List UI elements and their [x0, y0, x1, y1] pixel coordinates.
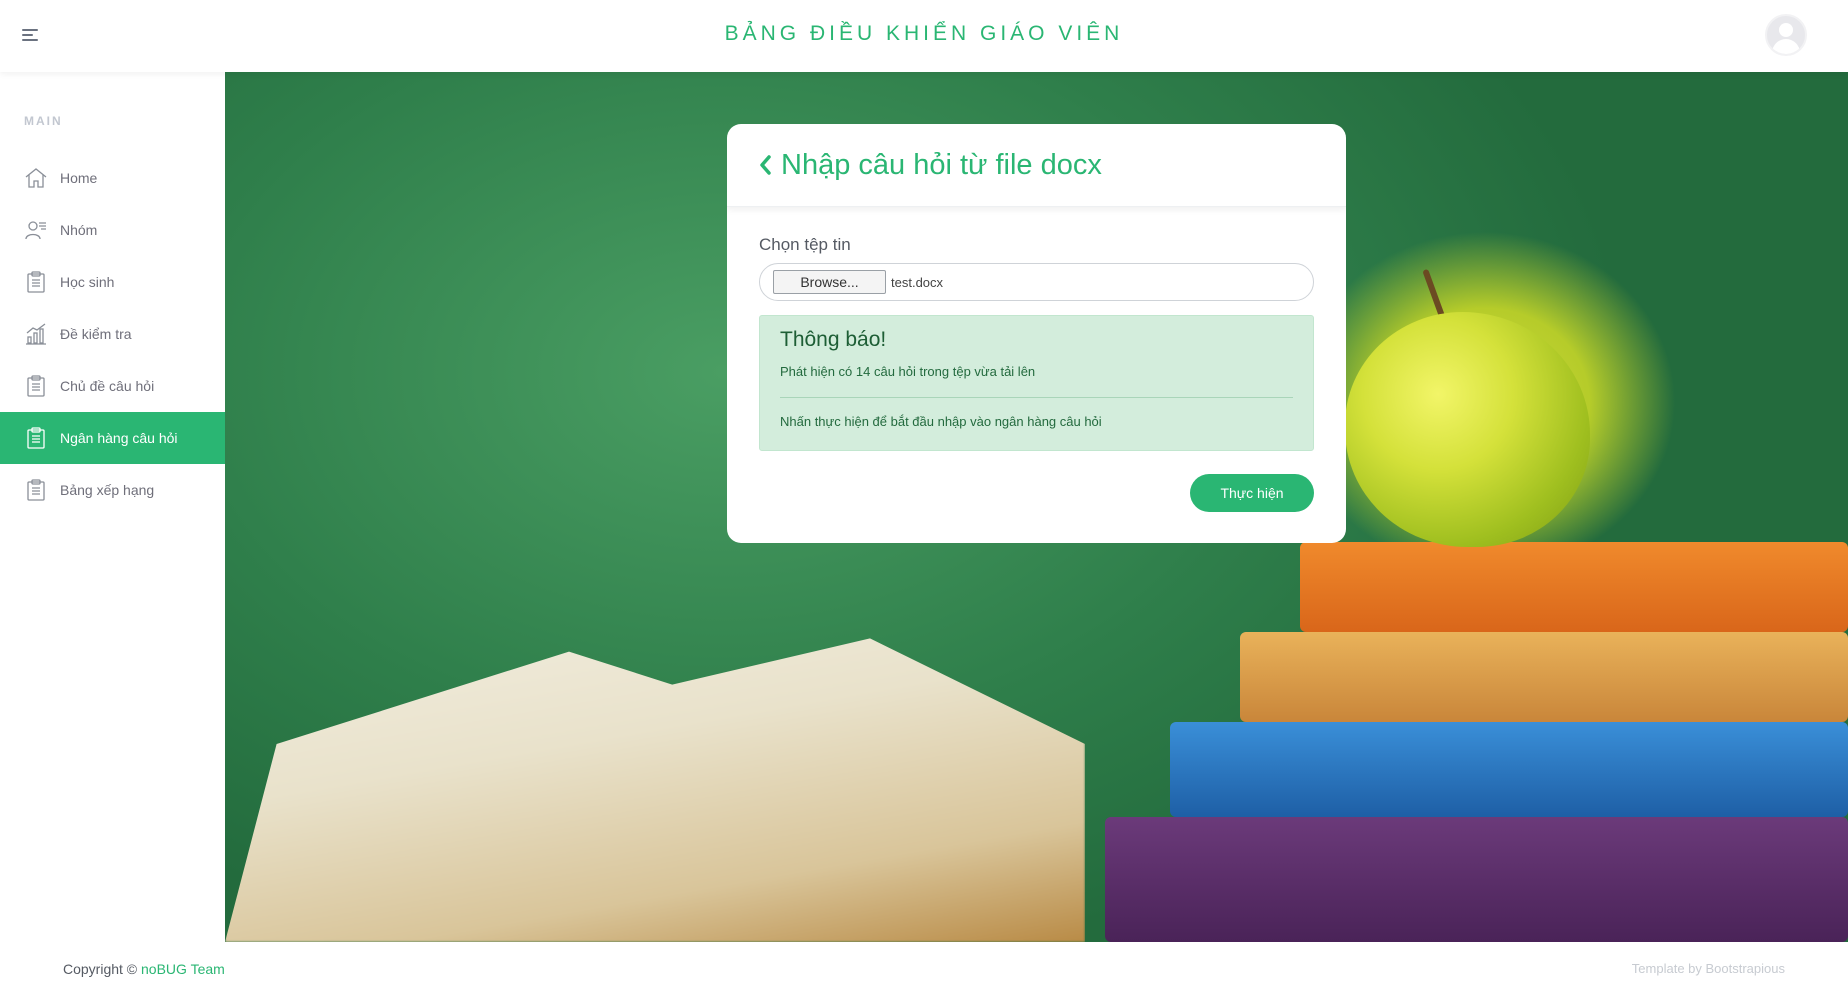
clipboard-icon — [24, 426, 48, 450]
file-field-label: Chọn tệp tin — [759, 235, 851, 254]
book-decoration — [1105, 817, 1848, 942]
clipboard-icon — [24, 270, 48, 294]
page-title: BẢNG ĐIỀU KHIỂN GIÁO VIÊN — [724, 22, 1124, 45]
book-decoration — [1300, 542, 1848, 632]
avatar-head-shape — [1779, 23, 1793, 37]
sidebar-item-label: Home — [60, 170, 98, 186]
sidebar-item-label: Nhóm — [60, 222, 98, 238]
file-input[interactable]: Browse... test.docx — [759, 263, 1314, 301]
browse-button[interactable]: Browse... — [773, 270, 886, 294]
sidebar-item-label: Đề kiểm tra — [60, 326, 132, 342]
open-book-decoration — [225, 638, 1085, 942]
copyright-prefix: Copyright © — [63, 961, 142, 977]
footer: Copyright © noBUG Team Template by Boots… — [0, 942, 1848, 996]
sidebar-menu: Home Nhóm Học sinh Đề kiểm tra Chủ đề câ… — [0, 152, 225, 516]
sidebar: MAIN Home Nhóm Học sinh Đề kiểm tra Chủ … — [0, 72, 225, 942]
book-decoration — [1240, 632, 1848, 722]
clipboard-icon — [24, 478, 48, 502]
apple-decoration — [1345, 312, 1590, 547]
sidebar-item-home[interactable]: Home — [0, 152, 225, 204]
top-navbar: BẢNG ĐIỀU KHIỂN GIÁO VIÊN — [0, 0, 1848, 72]
success-alert: Thông báo! Phát hiện có 14 câu hỏi trong… — [759, 315, 1314, 451]
sidebar-item-bang-xep-hang[interactable]: Bảng xếp hạng — [0, 464, 225, 516]
card-title: Nhập câu hỏi từ file docx — [781, 148, 1102, 181]
alert-message: Phát hiện có 14 câu hỏi trong tệp vừa tả… — [780, 364, 1036, 379]
sidebar-heading: MAIN — [24, 114, 63, 128]
sidebar-item-label: Học sinh — [60, 274, 115, 290]
template-credit-link[interactable]: Template by Bootstrapious — [1632, 961, 1785, 976]
team-link[interactable]: noBUG Team — [141, 961, 225, 977]
bar-chart-icon — [24, 322, 48, 346]
submit-button[interactable]: Thực hiện — [1190, 474, 1314, 512]
sidebar-item-de-kiem-tra[interactable]: Đề kiểm tra — [0, 308, 225, 360]
sidebar-item-nhom[interactable]: Nhóm — [0, 204, 225, 256]
import-card: Nhập câu hỏi từ file docx Chọn tệp tin B… — [727, 124, 1346, 543]
group-icon — [24, 218, 48, 242]
chevron-left-icon[interactable] — [757, 153, 773, 177]
user-avatar[interactable] — [1765, 14, 1807, 56]
sidebar-item-label: Bảng xếp hạng — [60, 482, 155, 498]
alert-title: Thông báo! — [780, 328, 887, 351]
avatar-body-shape — [1772, 39, 1800, 54]
sidebar-item-hoc-sinh[interactable]: Học sinh — [0, 256, 225, 308]
sidebar-item-label: Chủ đề câu hỏi — [60, 378, 155, 394]
alert-divider — [780, 397, 1293, 398]
book-decoration — [1170, 722, 1848, 817]
card-header: Nhập câu hỏi từ file docx — [727, 124, 1346, 207]
copyright-text: Copyright © noBUG Team — [63, 961, 225, 977]
sidebar-item-label: Ngân hàng câu hỏi — [60, 430, 178, 446]
selected-file-name: test.docx — [891, 274, 944, 290]
alert-instruction: Nhấn thực hiện để bắt đầu nhập vào ngân … — [780, 414, 1102, 429]
sidebar-item-chu-de-cau-hoi[interactable]: Chủ đề câu hỏi — [0, 360, 225, 412]
sidebar-item-ngan-hang-cau-hoi[interactable]: Ngân hàng câu hỏi — [0, 412, 225, 464]
clipboard-icon — [24, 374, 48, 398]
home-icon — [24, 166, 48, 190]
card-body: Chọn tệp tin Browse... test.docx Thông b… — [727, 207, 1346, 451]
